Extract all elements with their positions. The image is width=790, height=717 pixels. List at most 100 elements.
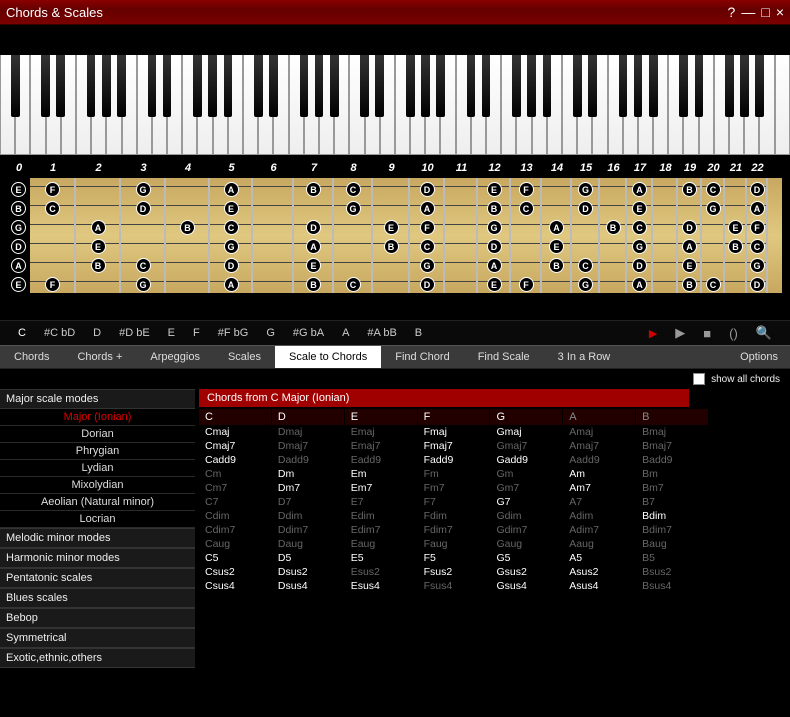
chord-cell[interactable]: D5 <box>272 551 345 565</box>
chord-root-E[interactable]: E <box>345 409 418 425</box>
scale-mode-item[interactable]: Phrygian <box>0 443 195 460</box>
fret-note[interactable]: D <box>578 201 593 216</box>
chord-cell[interactable]: Gmaj7 <box>490 439 563 453</box>
chord-cell[interactable]: Fadd9 <box>418 453 491 467</box>
scale-mode-item[interactable]: Aeolian (Natural minor) <box>0 494 195 511</box>
piano-black-key[interactable] <box>163 55 172 117</box>
piano-black-key[interactable] <box>208 55 217 117</box>
open-string-note[interactable]: E <box>11 182 26 197</box>
chord-cell[interactable]: Fsus2 <box>418 565 491 579</box>
chord-cell[interactable]: G7 <box>490 495 563 509</box>
fret-note[interactable]: A <box>682 239 697 254</box>
fret-note[interactable]: E <box>728 220 743 235</box>
scale-category-header[interactable]: Blues scales <box>0 588 195 608</box>
piano-black-key[interactable] <box>740 55 749 117</box>
fret-note[interactable]: C <box>45 201 60 216</box>
root-note-D[interactable]: D <box>85 327 109 339</box>
chord-cell[interactable]: Gmaj <box>490 425 563 439</box>
chord-cell[interactable]: Cdim7 <box>199 523 272 537</box>
chord-cell[interactable]: Daug <box>272 537 345 551</box>
chord-cell[interactable]: Am7 <box>563 481 636 495</box>
chord-cell[interactable]: Fsus4 <box>418 579 491 593</box>
fret-note[interactable]: F <box>45 182 60 197</box>
piano-black-key[interactable] <box>725 55 734 117</box>
piano-black-key[interactable] <box>755 55 764 117</box>
tab-chords[interactable]: Chords <box>0 346 63 368</box>
chord-cell[interactable]: Fmaj <box>418 425 491 439</box>
chord-cell[interactable]: Edim7 <box>345 523 418 537</box>
piano-black-key[interactable] <box>467 55 476 117</box>
piano-black-key[interactable] <box>436 55 445 117</box>
root-note-#CbD[interactable]: #C bD <box>36 327 83 339</box>
piano-black-key[interactable] <box>406 55 415 117</box>
chord-cell[interactable]: Em <box>345 467 418 481</box>
piano-black-key[interactable] <box>330 55 339 117</box>
tab-find-chord[interactable]: Find Chord <box>381 346 463 368</box>
chord-cell[interactable]: Dm <box>272 467 345 481</box>
repeat-icon[interactable]: () <box>721 326 746 341</box>
scale-category-header[interactable]: Exotic,ethnic,others <box>0 648 195 668</box>
chord-cell[interactable]: Gdim <box>490 509 563 523</box>
fret-note[interactable]: B <box>728 239 743 254</box>
fret-note[interactable]: G <box>706 201 721 216</box>
fret-note[interactable]: G <box>346 201 361 216</box>
piano-black-key[interactable] <box>527 55 536 117</box>
chord-cell[interactable]: Fdim7 <box>418 523 491 537</box>
chord-cell[interactable]: A7 <box>563 495 636 509</box>
chord-cell[interactable]: Gdim7 <box>490 523 563 537</box>
fret-note[interactable]: A <box>306 239 321 254</box>
minimize-icon[interactable]: — <box>741 4 755 20</box>
fret-note[interactable]: F <box>519 182 534 197</box>
chord-cell[interactable]: D7 <box>272 495 345 509</box>
chord-cell[interactable]: Gm <box>490 467 563 481</box>
piano-black-key[interactable] <box>148 55 157 117</box>
fret-note[interactable]: A <box>224 277 239 292</box>
chord-cell[interactable]: Dm7 <box>272 481 345 495</box>
chord-root-D[interactable]: D <box>272 409 345 425</box>
fret-note[interactable]: D <box>306 220 321 235</box>
chord-cell[interactable]: Bmaj7 <box>636 439 709 453</box>
fret-note[interactable]: G <box>578 182 593 197</box>
scale-category-header[interactable]: Bebop <box>0 608 195 628</box>
fret-note[interactable]: B <box>306 277 321 292</box>
open-string-note[interactable]: D <box>11 239 26 254</box>
fret-note[interactable]: B <box>306 182 321 197</box>
zoom-icon[interactable]: 🔍 <box>748 325 780 341</box>
open-string-note[interactable]: G <box>11 220 26 235</box>
chord-cell[interactable]: Gaug <box>490 537 563 551</box>
fret-note[interactable]: B <box>180 220 195 235</box>
chord-cell[interactable]: Ddim <box>272 509 345 523</box>
piano-black-key[interactable] <box>102 55 111 117</box>
piano-black-key[interactable] <box>117 55 126 117</box>
chord-cell[interactable]: Dadd9 <box>272 453 345 467</box>
chord-cell[interactable]: Esus4 <box>345 579 418 593</box>
piano-black-key[interactable] <box>619 55 628 117</box>
chord-cell[interactable]: C5 <box>199 551 272 565</box>
fret-note[interactable]: F <box>519 277 534 292</box>
chord-cell[interactable]: Cadd9 <box>199 453 272 467</box>
piano-black-key[interactable] <box>224 55 233 117</box>
root-note-B[interactable]: B <box>407 327 430 339</box>
chord-cell[interactable]: Cm <box>199 467 272 481</box>
fret-note[interactable]: A <box>224 182 239 197</box>
fret-note[interactable]: A <box>91 220 106 235</box>
chord-cell[interactable]: Eadd9 <box>345 453 418 467</box>
root-note-A[interactable]: A <box>334 327 357 339</box>
fret-note[interactable]: E <box>632 201 647 216</box>
scale-category-header[interactable]: Melodic minor modes <box>0 528 195 548</box>
chord-cell[interactable]: A5 <box>563 551 636 565</box>
scale-mode-item[interactable]: Major (Ionian) <box>0 409 195 426</box>
fret-note[interactable]: B <box>682 182 697 197</box>
fret-note[interactable]: F <box>420 220 435 235</box>
chord-cell[interactable]: Csus4 <box>199 579 272 593</box>
scale-category-header[interactable]: Symmetrical <box>0 628 195 648</box>
fret-note[interactable]: D <box>750 182 765 197</box>
piano-black-key[interactable] <box>543 55 552 117</box>
scale-mode-item[interactable]: Lydian <box>0 460 195 477</box>
root-note-F[interactable]: F <box>185 327 208 339</box>
chord-cell[interactable]: Fmaj7 <box>418 439 491 453</box>
chord-cell[interactable]: E5 <box>345 551 418 565</box>
fret-note[interactable]: D <box>224 258 239 273</box>
chord-cell[interactable]: Dsus2 <box>272 565 345 579</box>
fret-note[interactable]: G <box>224 239 239 254</box>
